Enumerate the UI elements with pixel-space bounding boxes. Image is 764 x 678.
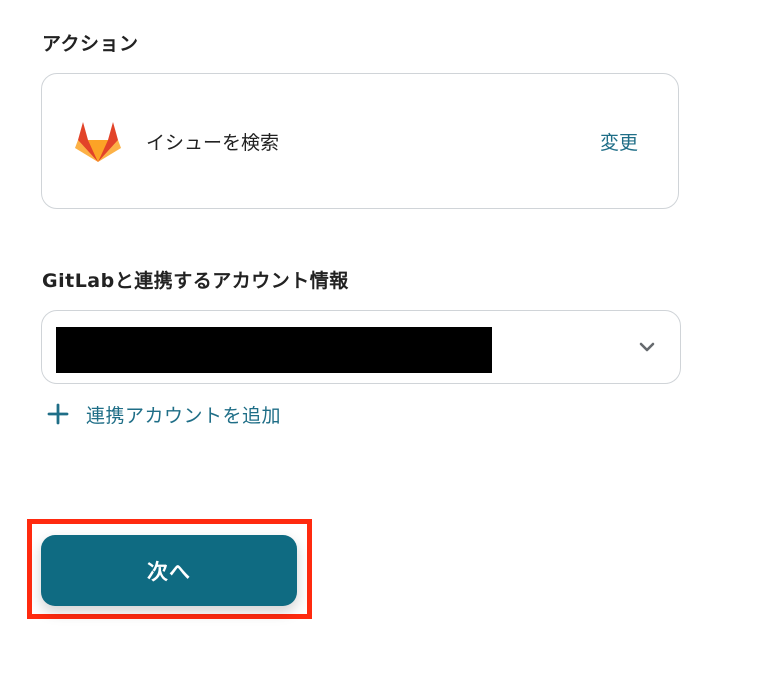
selected-account-value-redacted [56, 327, 492, 373]
action-card: イシューを検索 変更 [41, 73, 679, 209]
add-account-link[interactable]: 連携アカウントを追加 [44, 398, 281, 430]
gitlab-logo-icon [74, 118, 122, 164]
account-section-label: GitLabと連携するアカウント情報 [42, 270, 349, 292]
chevron-down-icon [638, 339, 656, 353]
add-account-label: 連携アカウントを追加 [86, 404, 282, 427]
account-select[interactable] [41, 310, 681, 384]
change-action-link[interactable]: 変更 [600, 128, 638, 155]
next-button[interactable]: 次へ [41, 535, 297, 606]
action-section-label: アクション [42, 33, 139, 55]
plus-icon [44, 400, 72, 428]
action-name: イシューを検索 [146, 132, 280, 154]
